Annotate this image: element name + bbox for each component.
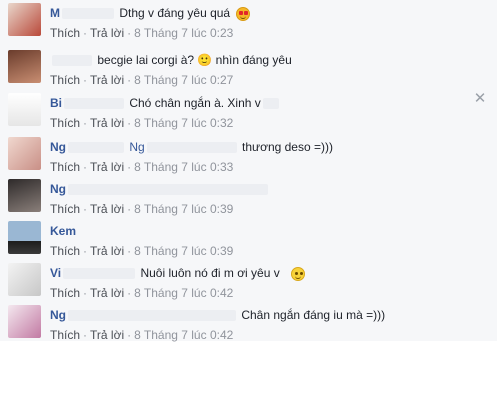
- comment-timestamp[interactable]: 8 Tháng 7 lúc 0:32: [134, 116, 233, 130]
- commenter-name[interactable]: Vi: [50, 266, 61, 280]
- avatar[interactable]: [8, 93, 41, 126]
- like-link[interactable]: Thích: [50, 202, 80, 216]
- comment-timestamp[interactable]: 8 Tháng 7 lúc 0:39: [134, 202, 233, 216]
- comment-body: Vi Nuôi luôn nó đi m ơi yêu v: [50, 266, 306, 281]
- like-link[interactable]: Thích: [50, 244, 80, 258]
- comment-text: becgie lai corgi à? 🙂 nhìn đáng yêu: [97, 53, 292, 67]
- avatar[interactable]: [8, 305, 41, 338]
- comment-actions: Thích · Trả lời · 8 Tháng 7 lúc 0:42: [50, 328, 234, 342]
- reply-link[interactable]: Trả lời: [90, 286, 124, 300]
- comment-actions: Thích · Trả lời · 8 Tháng 7 lúc 0:39: [50, 202, 234, 216]
- avatar[interactable]: [8, 3, 41, 36]
- comment-actions: Thích · Trả lời · 8 Tháng 7 lúc 0:42: [50, 286, 234, 300]
- reply-link[interactable]: Trả lời: [90, 73, 124, 87]
- reply-link[interactable]: Trả lời: [90, 116, 124, 130]
- comment-timestamp[interactable]: 8 Tháng 7 lúc 0:33: [134, 160, 233, 174]
- avatar[interactable]: [8, 221, 41, 254]
- commenter-name[interactable]: Bi: [50, 96, 62, 110]
- redacted-name: [63, 268, 136, 280]
- avatar[interactable]: [8, 263, 41, 296]
- heart-eyes-emoji-icon: [236, 6, 251, 21]
- comment-body: Kem: [50, 224, 76, 238]
- comment-body: M Dthg v đáng yêu quá: [50, 6, 251, 21]
- like-link[interactable]: Thích: [50, 26, 80, 40]
- comment-item: Ng Thích · Trả lời · 8 Tháng 7 lúc 0:39: [0, 176, 497, 218]
- smile-emoji-icon: [291, 266, 306, 281]
- like-link[interactable]: Thích: [50, 116, 80, 130]
- comment-item: Ng Ng thương deso =))) Thích · Trả lời · 8 T…: [0, 134, 497, 176]
- like-link[interactable]: Thích: [50, 328, 80, 342]
- comment-timestamp[interactable]: 8 Tháng 7 lúc 0:42: [134, 328, 233, 342]
- comment-item: M Dthg v đáng yêu quá Thích · Trả lời · 8 Th…: [0, 0, 497, 42]
- redacted-name: [146, 142, 237, 154]
- comment-actions: Thích · Trả lời · 8 Tháng 7 lúc 0:27: [50, 73, 234, 87]
- commenter-name[interactable]: M: [50, 6, 60, 20]
- redacted-name: [52, 55, 92, 67]
- like-link[interactable]: Thích: [50, 160, 80, 174]
- comment-text: Dthg v đáng yêu quá: [119, 6, 231, 20]
- reply-link[interactable]: Trả lời: [90, 328, 124, 342]
- reply-link[interactable]: Trả lời: [90, 244, 124, 258]
- avatar[interactable]: [8, 179, 41, 212]
- comment-item: becgie lai corgi à? 🙂 nhìn đáng yêu Thíc…: [0, 47, 497, 89]
- redacted-name: [68, 184, 268, 196]
- reply-link[interactable]: Trả lời: [90, 26, 124, 40]
- comment-body: Ng Chân ngắn đáng iu mà =))): [50, 308, 385, 322]
- redacted-name: [62, 8, 114, 20]
- commenter-name[interactable]: Ng: [50, 140, 66, 154]
- reply-link[interactable]: Trả lời: [90, 202, 124, 216]
- comment-timestamp[interactable]: 8 Tháng 7 lúc 0:42: [134, 286, 233, 300]
- comment-text: Nuôi luôn nó đi m ơi yêu v: [140, 266, 280, 280]
- like-link[interactable]: Thích: [50, 73, 80, 87]
- redacted-name: [68, 142, 124, 154]
- comment-item: Vi Nuôi luôn nó đi m ơi yêu v Thích · Trả …: [0, 260, 497, 302]
- redacted-name: [64, 98, 124, 110]
- comment-text: Chó chân ngắn à. Xinh v: [129, 96, 261, 110]
- comment-actions: Thích · Trả lời · 8 Tháng 7 lúc 0:32: [50, 116, 234, 130]
- reply-link[interactable]: Trả lời: [90, 160, 124, 174]
- redacted-text: [262, 98, 279, 110]
- commenter-name[interactable]: Ng: [50, 308, 66, 322]
- comment-body: Ng Ng thương deso =))): [50, 140, 333, 154]
- comment-item: Kem Thích · Trả lời · 8 Tháng 7 lúc 0:39: [0, 218, 497, 260]
- comment-timestamp[interactable]: 8 Tháng 7 lúc 0:27: [134, 73, 233, 87]
- commenter-name[interactable]: Kem: [50, 224, 76, 238]
- commenter-name[interactable]: Ng: [50, 182, 66, 196]
- avatar[interactable]: [8, 137, 41, 170]
- like-link[interactable]: Thích: [50, 286, 80, 300]
- comment-text: thương deso =))): [242, 140, 333, 154]
- comment-item: Bi Chó chân ngắn à. Xinh v Thích · Trả lời…: [0, 90, 497, 132]
- avatar[interactable]: [8, 50, 41, 83]
- comment-list: M Dthg v đáng yêu quá Thích · Trả lời · 8 Th…: [0, 0, 497, 344]
- tagged-name[interactable]: Ng: [129, 140, 144, 154]
- comment-actions: Thích · Trả lời · 8 Tháng 7 lúc 0:33: [50, 160, 234, 174]
- comment-body: becgie lai corgi à? 🙂 nhìn đáng yêu: [50, 53, 292, 67]
- comment-body: Ng: [50, 182, 270, 196]
- comment-timestamp[interactable]: 8 Tháng 7 lúc 0:39: [134, 244, 233, 258]
- comment-body: Bi Chó chân ngắn à. Xinh v: [50, 96, 281, 110]
- comment-actions: Thích · Trả lời · 8 Tháng 7 lúc 0:23: [50, 26, 234, 40]
- close-icon[interactable]: ✕: [472, 91, 488, 107]
- comment-item: Ng Chân ngắn đáng iu mà =))) Thích · Trả l…: [0, 302, 497, 344]
- comment-actions: Thích · Trả lời · 8 Tháng 7 lúc 0:39: [50, 244, 234, 258]
- comment-timestamp[interactable]: 8 Tháng 7 lúc 0:23: [134, 26, 233, 40]
- redacted-name: [68, 310, 236, 322]
- comment-text: Chân ngắn đáng iu mà =))): [241, 308, 386, 322]
